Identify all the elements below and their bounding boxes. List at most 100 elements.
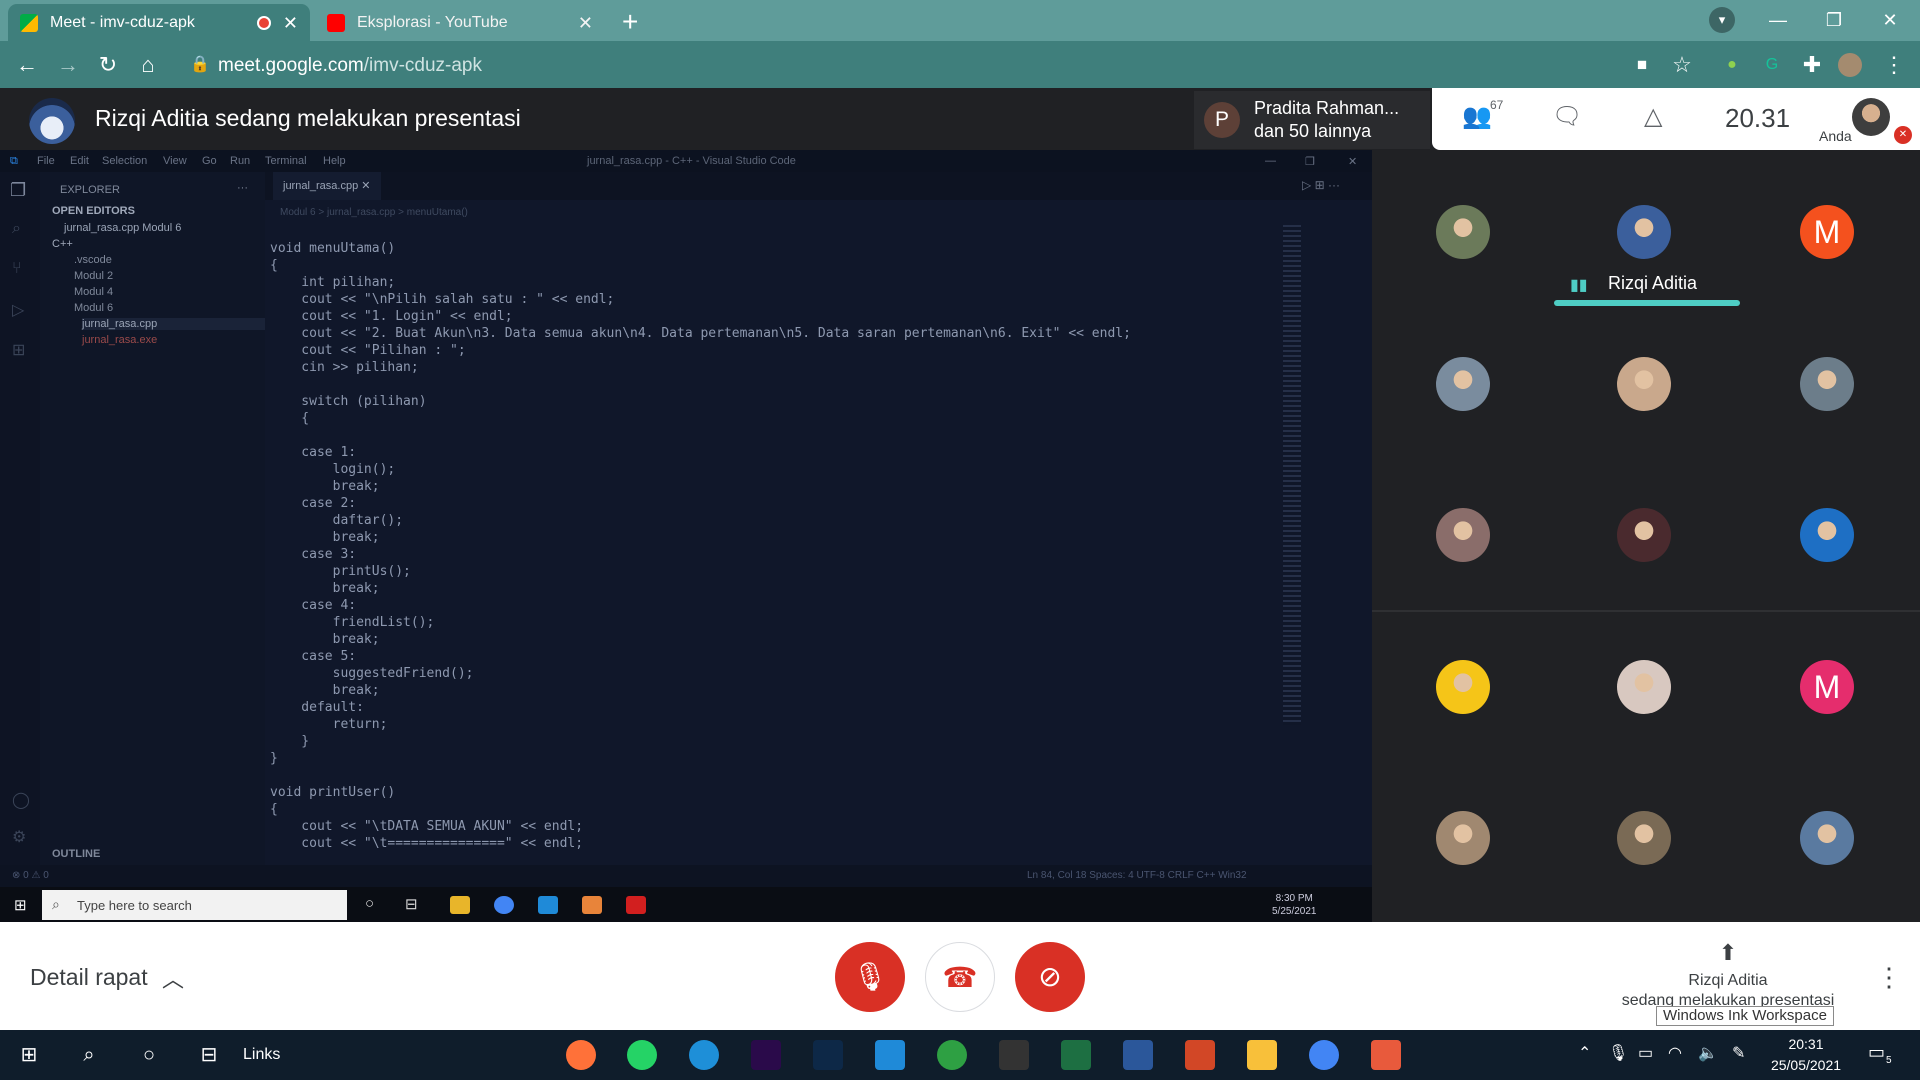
- system-clock[interactable]: 20:31 25/05/2021: [1766, 1034, 1846, 1076]
- participant-tile[interactable]: [1436, 205, 1490, 259]
- vscode-minimize-icon[interactable]: —: [1265, 155, 1276, 167]
- maximize-button[interactable]: ❐: [1806, 0, 1862, 40]
- menu-run[interactable]: Run: [230, 155, 250, 167]
- volume-icon[interactable]: 🔈: [1698, 1043, 1718, 1063]
- explorer-more-icon[interactable]: ···: [237, 182, 248, 194]
- grammarly-icon[interactable]: G: [1758, 51, 1786, 79]
- self-avatar[interactable]: [1852, 98, 1890, 136]
- menu-go[interactable]: Go: [202, 155, 217, 167]
- menu-file[interactable]: File: [37, 155, 55, 167]
- tree-folder[interactable]: .vscode: [74, 254, 112, 266]
- chevron-up-icon[interactable]: ︿: [162, 962, 184, 994]
- reload-icon[interactable]: ↻: [94, 51, 122, 79]
- wifi-icon[interactable]: ◠: [1668, 1043, 1682, 1063]
- mic-off-button[interactable]: 🎙: [835, 942, 905, 1012]
- tab-meet[interactable]: Meet - imv-cduz-apk ✕: [8, 4, 310, 41]
- extension-icon[interactable]: ●: [1718, 51, 1746, 79]
- app-dark-icon[interactable]: [999, 1040, 1029, 1070]
- editor-tab[interactable]: jurnal_rasa.cpp ✕: [273, 172, 381, 200]
- vscode-maximize-icon[interactable]: ❐: [1305, 155, 1315, 168]
- activities-icon[interactable]: △: [1644, 102, 1662, 131]
- participant-tile[interactable]: [1800, 811, 1854, 865]
- firefox-icon[interactable]: [566, 1040, 596, 1070]
- participant-tile[interactable]: M: [1800, 205, 1854, 259]
- tree-folder[interactable]: Modul 6: [74, 302, 113, 314]
- tab-youtube[interactable]: Eksplorasi - YouTube ✕: [315, 4, 605, 41]
- mic-icon[interactable]: 🎙: [1608, 1043, 1628, 1063]
- new-tab-button[interactable]: +: [622, 8, 638, 36]
- pinned-participant[interactable]: P Pradita Rahman... dan 50 lainnya: [1194, 91, 1430, 149]
- code-editor[interactable]: void menuUtama() { int pilihan; cout << …: [270, 240, 1170, 860]
- settings-gear-icon[interactable]: ⚙: [12, 827, 26, 847]
- files-icon[interactable]: ❐: [10, 180, 26, 201]
- menu-view[interactable]: View: [163, 155, 187, 167]
- bookmark-star-icon[interactable]: ☆: [1668, 51, 1696, 79]
- tray-chevron-icon[interactable]: ⌃: [1578, 1043, 1591, 1063]
- premiere-icon[interactable]: [751, 1040, 781, 1070]
- participant-tile[interactable]: [1436, 357, 1490, 411]
- debug-icon[interactable]: ▷: [12, 300, 24, 320]
- minimap[interactable]: [1283, 225, 1301, 725]
- vscode-icon[interactable]: [875, 1040, 905, 1070]
- participant-tile[interactable]: [1436, 660, 1490, 714]
- profile-avatar[interactable]: [1838, 53, 1862, 77]
- file-explorer-icon[interactable]: [1247, 1040, 1277, 1070]
- camera-off-button[interactable]: ⊘: [1015, 942, 1085, 1012]
- participant-tile[interactable]: [1800, 508, 1854, 562]
- puzzle-icon[interactable]: ✚: [1798, 51, 1826, 79]
- extensions-icon[interactable]: ⊞: [12, 340, 25, 360]
- tree-folder[interactable]: Modul 2: [74, 270, 113, 282]
- end-call-button[interactable]: ☎: [925, 942, 995, 1012]
- account-icon[interactable]: ◯: [12, 790, 30, 810]
- participant-tile[interactable]: [1617, 811, 1671, 865]
- more-options-icon[interactable]: ⋮: [1876, 962, 1902, 993]
- vscode-close-icon[interactable]: ✕: [1348, 155, 1357, 168]
- back-icon[interactable]: ←: [13, 51, 41, 79]
- chat-icon[interactable]: 🗨: [1552, 102, 1582, 131]
- menu-help[interactable]: Help: [323, 155, 346, 167]
- open-editors-header[interactable]: OPEN EDITORS: [52, 205, 135, 217]
- present-button[interactable]: ⬆: [1690, 940, 1766, 966]
- minimize-button[interactable]: —: [1750, 0, 1806, 40]
- participant-tile[interactable]: [1436, 508, 1490, 562]
- tree-file[interactable]: jurnal_rasa.exe: [82, 334, 157, 346]
- search-icon[interactable]: ⌕: [12, 220, 21, 238]
- tab-search-icon[interactable]: ▾: [1709, 7, 1735, 33]
- close-window-button[interactable]: ✕: [1862, 0, 1918, 40]
- tree-folder[interactable]: Modul 4: [74, 286, 113, 298]
- app-green-icon[interactable]: [937, 1040, 967, 1070]
- word-icon[interactable]: [1123, 1040, 1153, 1070]
- photoshop-icon[interactable]: [813, 1040, 843, 1070]
- powerpoint-icon[interactable]: [1185, 1040, 1215, 1070]
- tree-root[interactable]: C++: [52, 238, 73, 250]
- problems-icon[interactable]: ⊗ 0 ⚠ 0: [12, 870, 49, 881]
- address-bar[interactable]: 🔒 meet.google.com/imv-cduz-apk: [178, 47, 1628, 83]
- search-icon[interactable]: ⌕: [74, 1040, 104, 1070]
- run-icon[interactable]: ▷ ⊞ ···: [1302, 178, 1340, 192]
- participant-tile[interactable]: [1436, 811, 1490, 865]
- participant-tile[interactable]: [1617, 660, 1671, 714]
- tab-close-icon[interactable]: ✕: [283, 14, 298, 32]
- forward-icon[interactable]: →: [54, 51, 82, 79]
- task-view-icon[interactable]: ⊟: [194, 1040, 224, 1070]
- menu-kebab-icon[interactable]: ⋮: [1880, 51, 1908, 79]
- participant-tile[interactable]: M: [1800, 660, 1854, 714]
- links-toolbar[interactable]: Links: [243, 1046, 280, 1064]
- notification-icon[interactable]: ▭: [1868, 1042, 1885, 1063]
- participant-tile[interactable]: [1800, 357, 1854, 411]
- participant-tile[interactable]: [1617, 357, 1671, 411]
- outline-header[interactable]: OUTLINE: [52, 848, 100, 860]
- edge-icon[interactable]: [689, 1040, 719, 1070]
- participant-tile[interactable]: [1617, 205, 1671, 259]
- participant-tile[interactable]: [1617, 508, 1671, 562]
- camera-icon[interactable]: ■: [1628, 51, 1656, 79]
- people-icon[interactable]: 👥: [1462, 102, 1492, 131]
- chrome-icon[interactable]: [1309, 1040, 1339, 1070]
- battery-icon[interactable]: ▭: [1638, 1043, 1653, 1063]
- excel-icon[interactable]: [1061, 1040, 1091, 1070]
- tab-close-icon[interactable]: ✕: [578, 14, 593, 32]
- tree-file-selected[interactable]: jurnal_rasa.cpp: [82, 318, 265, 330]
- menu-selection[interactable]: Selection: [102, 155, 147, 167]
- cortana-icon[interactable]: ○: [134, 1040, 164, 1070]
- windows-start-icon[interactable]: ⊞: [14, 1040, 44, 1070]
